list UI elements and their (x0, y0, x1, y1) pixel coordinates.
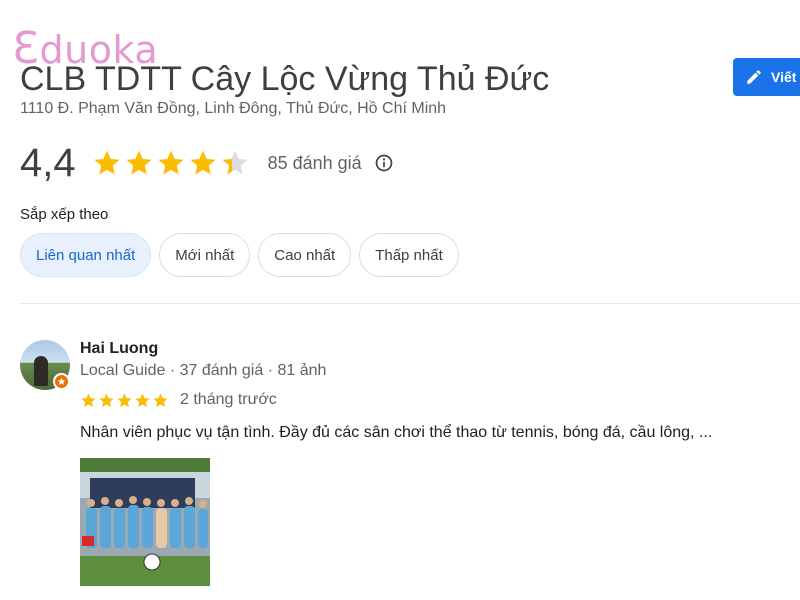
star-icon (190, 150, 216, 175)
sort-chip-relevant[interactable]: Liên quan nhất (20, 233, 152, 277)
review-rating: 2 tháng trước (80, 391, 277, 409)
avatar[interactable] (20, 340, 70, 390)
star-icon (99, 393, 114, 407)
place-title: CLB TDTT Cây Lộc Vừng Thủ Đức (20, 60, 550, 98)
sort-chip-highest[interactable]: Cao nhất (258, 233, 352, 277)
reviewer-meta: Local Guide · 37 đánh giá · 81 ảnh (80, 362, 327, 379)
rating-value: 4,4 (20, 141, 76, 185)
rating-summary: 4,4 85 đánh giá (20, 140, 394, 186)
local-guide-badge-icon (53, 373, 70, 390)
star-icon (81, 393, 96, 407)
star-icon (126, 150, 152, 175)
sort-chip-newest[interactable]: Mới nhất (159, 233, 251, 277)
review-text: Nhân viên phục vụ tận tình. Đầy đủ các s… (80, 424, 713, 441)
sort-options: Liên quan nhất Mới nhất Cao nhất Thấp nh… (20, 233, 467, 277)
reviewer-name[interactable]: Hai Luong (80, 340, 158, 358)
review-count: 85 đánh giá (267, 152, 362, 173)
star-icon (94, 150, 120, 175)
write-review-label: Viết (771, 69, 797, 85)
sort-chip-label: Cao nhất (274, 246, 336, 264)
star-icon (158, 150, 184, 175)
sort-chip-label: Liên quan nhất (36, 246, 136, 264)
write-review-button[interactable]: Viết (733, 58, 800, 96)
review-stars (80, 392, 170, 409)
rating-stars (92, 148, 252, 178)
review-photo-image (80, 458, 210, 586)
sort-chip-lowest[interactable]: Thấp nhất (359, 233, 459, 277)
review-time: 2 tháng trước (180, 391, 277, 408)
sort-chip-label: Thấp nhất (375, 246, 443, 264)
star-icon (117, 393, 132, 407)
review-photo[interactable] (80, 458, 210, 586)
info-icon[interactable] (374, 153, 394, 173)
divider (20, 303, 800, 304)
star-icon (153, 393, 168, 407)
place-address: 1110 Đ. Phạm Văn Đồng, Linh Đông, Thủ Đứ… (20, 100, 447, 117)
star-icon (135, 393, 150, 407)
sort-label: Sắp xếp theo (20, 206, 109, 223)
pencil-icon (747, 70, 761, 84)
reviews-panel: Ɛduoka CLB TDTT Cây Lộc Vừng Thủ Đức 111… (0, 0, 800, 600)
sort-chip-label: Mới nhất (175, 246, 235, 264)
star-icon (222, 150, 248, 175)
